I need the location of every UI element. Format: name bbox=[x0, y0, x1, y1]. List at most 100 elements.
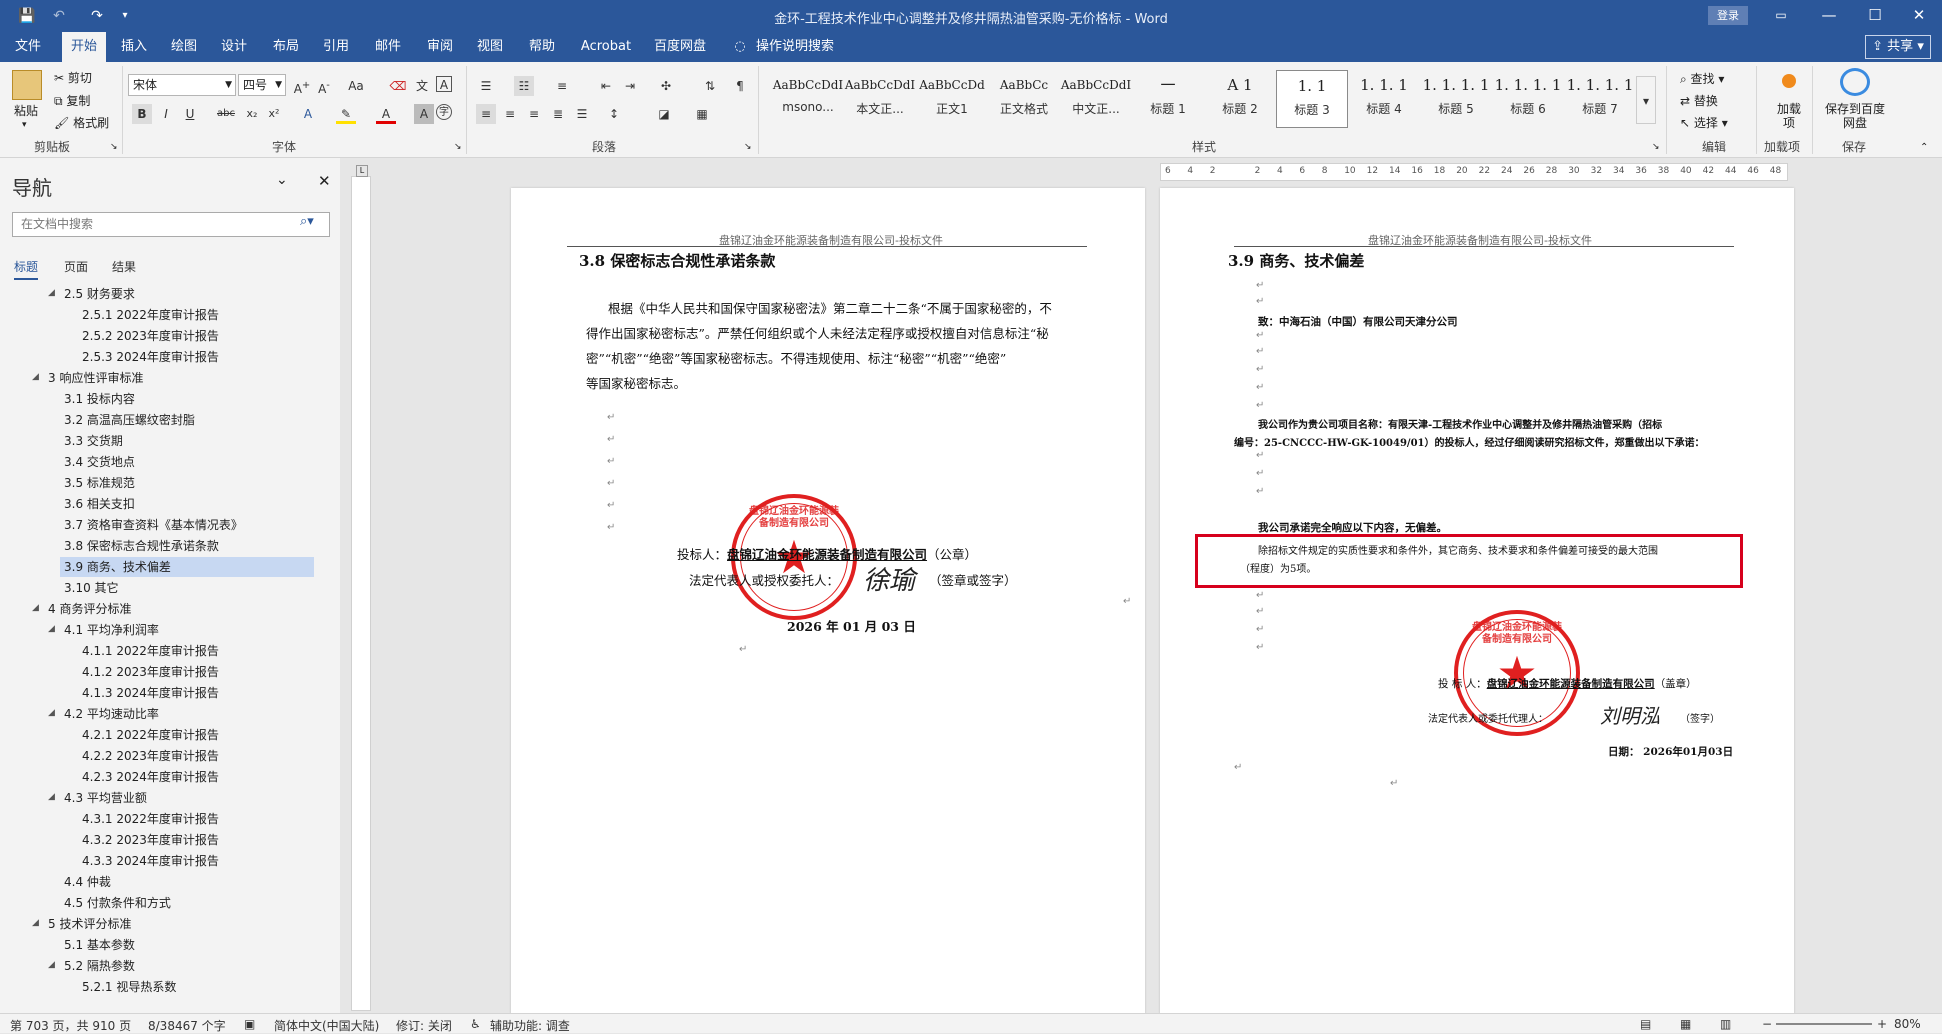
nav-item[interactable]: 3.1 投标内容 bbox=[60, 389, 314, 409]
accessibility-icon[interactable]: ♿ bbox=[470, 1017, 481, 1031]
distributed-icon[interactable]: ☰ bbox=[572, 104, 592, 124]
style-6[interactable]: A 1 标题 2 bbox=[1204, 70, 1276, 128]
style-3[interactable]: AaBbCc 正文格式 bbox=[988, 70, 1060, 128]
nav-item[interactable]: 4.5 付款条件和方式 bbox=[60, 893, 314, 913]
promise-line[interactable]: 我公司承诺完全响应以下内容，无偏差。 bbox=[1258, 520, 1447, 535]
nav-item[interactable]: 4.3 平均营业额 bbox=[60, 788, 314, 808]
font-launcher-icon[interactable]: ↘ bbox=[454, 142, 462, 152]
nav-item[interactable]: 3.10 其它 bbox=[60, 578, 314, 598]
chinese-layout-icon[interactable]: ✣ bbox=[656, 76, 676, 96]
collapse-arrow-icon[interactable]: ◢ bbox=[32, 603, 39, 613]
style-10[interactable]: 1. 1. 1. 1 标题 6 bbox=[1492, 70, 1564, 128]
paste-button[interactable]: 粘贴 bbox=[14, 102, 38, 119]
maximize-button[interactable]: ☐ bbox=[1852, 0, 1898, 32]
select-button[interactable]: ↖ 选择 ▾ bbox=[1680, 114, 1728, 131]
nav-item[interactable]: 4.3.1 2022年度审计报告 bbox=[78, 809, 314, 829]
collapse-arrow-icon[interactable]: ◢ bbox=[48, 792, 55, 802]
body-line[interactable]: 密”“机密”“绝密”等国家秘密标志。不得违规使用、标注“秘密”“机密”“绝密” bbox=[586, 348, 1006, 367]
section-heading[interactable]: 3.9 商务、技术偏差 bbox=[1228, 250, 1364, 271]
align-left-icon[interactable]: ≡ bbox=[476, 104, 496, 124]
tab-baidu[interactable]: 百度网盘 bbox=[648, 32, 712, 62]
zoom-slider[interactable] bbox=[1776, 1023, 1872, 1025]
style-4[interactable]: AaBbCcDdI 中文正... bbox=[1060, 70, 1132, 128]
collapse-arrow-icon[interactable]: ◢ bbox=[48, 624, 55, 634]
nav-item[interactable]: 4.2.3 2024年度审计报告 bbox=[78, 767, 314, 787]
find-button[interactable]: ⌕ 查找 ▾ bbox=[1680, 70, 1724, 87]
copy-button[interactable]: ⧉ 复制 bbox=[54, 92, 90, 109]
style-0[interactable]: AaBbCcDdI msono... bbox=[772, 70, 844, 128]
bold-icon[interactable]: B bbox=[132, 104, 152, 124]
tab-references[interactable]: 引用 bbox=[314, 32, 358, 62]
nav-tab-pages[interactable]: 页面 bbox=[64, 258, 88, 275]
body-line[interactable]: 根据《中华人民共和国保守国家秘密法》第二章二十二条“不属于国家秘密的，不 bbox=[608, 298, 1052, 317]
close-button[interactable]: ✕ bbox=[1896, 0, 1942, 32]
nav-item[interactable]: 3.6 相关支扣 bbox=[60, 494, 314, 514]
deviation-line[interactable]: 除招标文件规定的实质性要求和条件外，其它商务、技术要求和条件偏差可接受的最大范围 bbox=[1258, 542, 1658, 557]
multilevel-list-icon[interactable]: ≡ bbox=[552, 76, 572, 96]
nav-item[interactable]: 2.5.3 2024年度审计报告 bbox=[78, 347, 314, 367]
justify-icon[interactable]: ≣ bbox=[548, 104, 568, 124]
tab-selector-icon[interactable]: L bbox=[356, 165, 368, 177]
login-button[interactable]: 登录 bbox=[1708, 6, 1748, 25]
zoom-out-icon[interactable]: − bbox=[1762, 1017, 1772, 1031]
highlight-icon[interactable]: ✎ bbox=[336, 104, 356, 124]
clipboard-launcher-icon[interactable]: ↘ bbox=[110, 142, 118, 152]
section-heading[interactable]: 3.8 保密标志合规性承诺条款 bbox=[579, 250, 775, 271]
bidder-line[interactable]: 投 标 人：盘锦辽油金环能源装备制造有限公司（盖章） bbox=[1438, 676, 1697, 691]
accessibility-status[interactable]: 辅助功能: 调查 bbox=[490, 1017, 570, 1034]
font-color-icon[interactable]: A bbox=[376, 104, 396, 124]
collapse-ribbon-icon[interactable]: ⌃ bbox=[1920, 142, 1928, 153]
collapse-arrow-icon[interactable]: ◢ bbox=[48, 960, 55, 970]
nav-item[interactable]: 5 技术评分标准 bbox=[44, 914, 314, 934]
tab-review[interactable]: 审阅 bbox=[418, 32, 462, 62]
nav-item[interactable]: 5.2 隔热参数 bbox=[60, 956, 314, 976]
baidu-cloud-icon[interactable] bbox=[1840, 68, 1870, 96]
collapse-arrow-icon[interactable]: ◢ bbox=[32, 918, 39, 928]
bidder-line[interactable]: 投标人：盘锦辽油金环能源装备制造有限公司（公章） bbox=[677, 544, 977, 563]
style-11[interactable]: 1. 1. 1. 1 标题 7 bbox=[1564, 70, 1636, 128]
style-8[interactable]: 1. 1. 1 标题 4 bbox=[1348, 70, 1420, 128]
superscript-icon[interactable]: x² bbox=[264, 104, 284, 124]
tab-mailings[interactable]: 邮件 bbox=[366, 32, 410, 62]
search-icon[interactable]: ⌕▾ bbox=[300, 214, 314, 229]
nav-item[interactable]: 3.8 保密标志合规性承诺条款 bbox=[60, 536, 314, 556]
body-line[interactable]: 等国家秘密标志。 bbox=[586, 373, 686, 392]
bullets-icon[interactable]: ☰ bbox=[476, 76, 496, 96]
style-7[interactable]: 1. 1 标题 3 bbox=[1276, 70, 1348, 128]
nav-item[interactable]: 4.2.2 2023年度审计报告 bbox=[78, 746, 314, 766]
nav-item[interactable]: 2.5.1 2022年度审计报告 bbox=[78, 305, 314, 325]
align-center-icon[interactable]: ≡ bbox=[500, 104, 520, 124]
collapse-arrow-icon[interactable]: ◢ bbox=[32, 372, 39, 382]
enclose-character-icon[interactable]: 字 bbox=[436, 104, 452, 120]
addin-icon[interactable] bbox=[1782, 74, 1796, 88]
share-button[interactable]: ⇪ 共享 ▾ bbox=[1865, 35, 1931, 59]
nav-item[interactable]: 2.5 财务要求 bbox=[60, 284, 314, 304]
tab-insert[interactable]: 插入 bbox=[112, 32, 156, 62]
subscript-icon[interactable]: x₂ bbox=[242, 104, 262, 124]
tab-file[interactable]: 文件 bbox=[6, 32, 50, 62]
nav-item[interactable]: 4.1.2 2023年度审计报告 bbox=[78, 662, 314, 682]
collapse-arrow-icon[interactable]: ◢ bbox=[48, 288, 55, 298]
collapse-arrow-icon[interactable]: ◢ bbox=[48, 708, 55, 718]
nav-item[interactable]: 4.4 仲裁 bbox=[60, 872, 314, 892]
font-name-combo[interactable]: 宋体 ▼ bbox=[128, 74, 236, 96]
body-line[interactable]: 得作出国家秘密标志”。严禁任何组织或个人未经法定程序或授权擅自对信息标注“秘 bbox=[586, 323, 1049, 342]
print-layout-icon[interactable]: ▦ bbox=[1680, 1017, 1691, 1031]
nav-item[interactable]: 4.2.1 2022年度审计报告 bbox=[78, 725, 314, 745]
nav-item[interactable]: 2.5.2 2023年度审计报告 bbox=[78, 326, 314, 346]
tab-view[interactable]: 视图 bbox=[468, 32, 512, 62]
show-marks-icon[interactable]: ¶ bbox=[730, 76, 750, 96]
representative-line[interactable]: 法定代表人或授权委托人： bbox=[689, 570, 839, 589]
italic-icon[interactable]: I bbox=[156, 104, 176, 124]
shrink-font-icon[interactable]: A- bbox=[314, 76, 334, 96]
nav-item[interactable]: 3 响应性评审标准 bbox=[44, 368, 314, 388]
ribbon-display-icon[interactable]: ▭ bbox=[1758, 0, 1804, 32]
paragraph-launcher-icon[interactable]: ↘ bbox=[744, 142, 752, 152]
font-size-combo[interactable]: 四号 ▼ bbox=[238, 74, 286, 96]
tab-help[interactable]: 帮助 bbox=[520, 32, 564, 62]
paste-dropdown-icon[interactable]: ▾ bbox=[22, 120, 27, 130]
tab-design[interactable]: 设计 bbox=[212, 32, 256, 62]
language-status[interactable]: 简体中文(中国大陆) bbox=[274, 1017, 379, 1034]
addin-button[interactable]: 加载项 bbox=[1776, 102, 1802, 130]
tab-layout[interactable]: 布局 bbox=[264, 32, 308, 62]
